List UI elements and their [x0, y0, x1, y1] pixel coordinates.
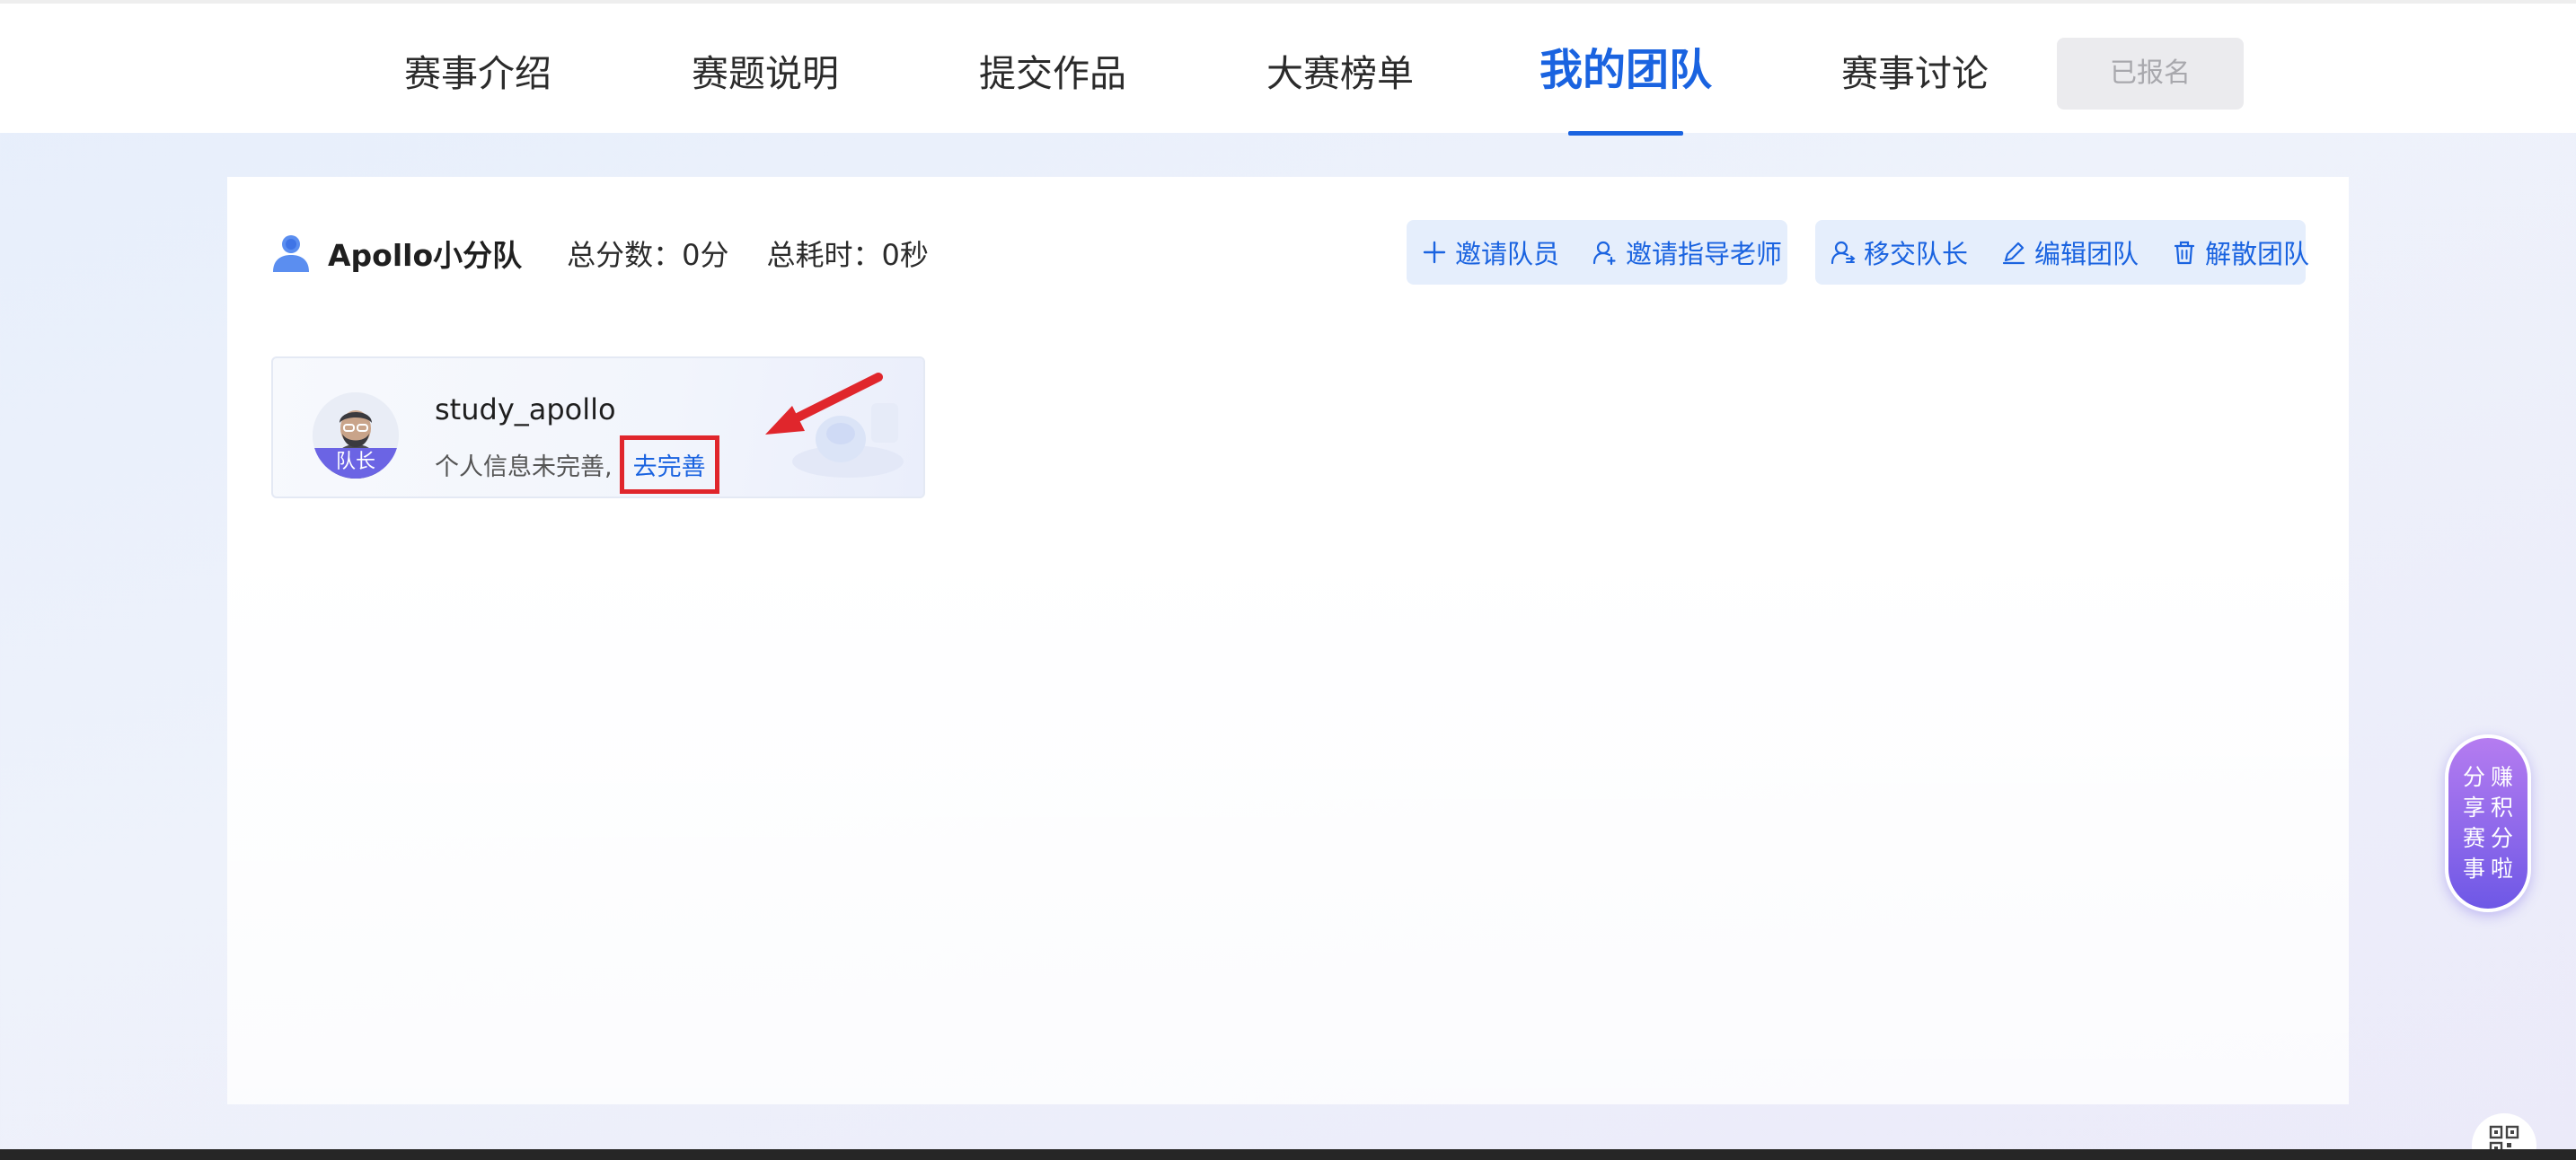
transfer-leader-label: 移交队长	[1864, 239, 1969, 269]
share-earn-points-widget[interactable]: 分 享 赛 事 赚 积 分 啦	[2445, 734, 2531, 912]
user-swap-icon	[1831, 241, 1856, 265]
avatar: 队长	[313, 392, 399, 479]
edit-icon	[2002, 242, 2025, 265]
edit-team-button[interactable]: 编辑团队	[2000, 233, 2139, 271]
invite-mentor-label: 邀请指导老师	[1626, 239, 1783, 269]
tab-problem-description[interactable]: 赛题说明	[692, 47, 839, 101]
widget-char: 赛	[2462, 825, 2485, 851]
total-time: 总耗时：0秒	[766, 238, 929, 272]
tab-leaderboard[interactable]: 大赛榜单	[1266, 47, 1414, 101]
incomplete-profile-text: 个人信息未完善,	[435, 453, 613, 481]
signed-up-button[interactable]: 已报名	[2057, 38, 2244, 110]
dissolve-team-label: 解散团队	[2205, 239, 2310, 269]
team-icon	[273, 235, 309, 272]
team-manage-action-group: 移交队长 编辑团队 解散团队	[1815, 220, 2309, 285]
member-info: 个人信息未完善, 去完善	[435, 435, 719, 494]
leader-badge: 队长	[313, 448, 399, 479]
tab-event-intro[interactable]: 赛事介绍	[404, 47, 551, 101]
edit-team-label: 编辑团队	[2034, 239, 2139, 269]
invite-member-label: 邀请队员	[1455, 239, 1560, 269]
active-tab-indicator	[1568, 131, 1683, 136]
team-header: Apollo小分队 总分数：0分 总耗时：0秒	[270, 231, 966, 276]
widget-text-left: 分 享 赛 事	[2463, 762, 2485, 884]
widget-char: 赚	[2491, 764, 2514, 790]
bottom-bar	[0, 1149, 2576, 1160]
widget-char: 积	[2491, 795, 2514, 821]
tab-discussion[interactable]: 赛事讨论	[1841, 47, 1989, 101]
invite-mentor-button[interactable]: 邀请指导老师	[1592, 233, 1782, 271]
top-nav: 赛事介绍 赛题说明 提交作品 大赛榜单 我的团队 赛事讨论 已报名	[0, 0, 2576, 136]
team-name: Apollo小分队	[328, 238, 523, 273]
transfer-leader-button[interactable]: 移交队长	[1830, 233, 1968, 271]
complete-profile-link[interactable]: 去完善	[619, 435, 719, 494]
widget-char: 事	[2462, 856, 2485, 882]
tab-submit-work[interactable]: 提交作品	[979, 47, 1126, 101]
team-panel: Apollo小分队 总分数：0分 总耗时：0秒 邀请队员 邀请指导老师 移交队长…	[227, 177, 2349, 1104]
plus-icon	[1423, 241, 1446, 264]
member-name: study_apollo	[435, 392, 616, 426]
tab-my-team[interactable]: 我的团队	[1539, 43, 1712, 97]
widget-char: 啦	[2491, 856, 2514, 882]
trash-icon	[2174, 241, 2195, 265]
widget-char: 分	[2462, 764, 2485, 790]
user-add-icon	[1592, 241, 1616, 266]
dissolve-team-button[interactable]: 解散团队	[2171, 233, 2309, 271]
widget-char: 享	[2462, 795, 2485, 821]
widget-char: 分	[2491, 825, 2514, 851]
invite-member-button[interactable]: 邀请队员	[1421, 233, 1559, 271]
red-arrow-icon	[765, 373, 883, 435]
total-score: 总分数：0分	[567, 238, 729, 272]
widget-text-right: 赚 积 分 啦	[2491, 762, 2513, 884]
invite-action-group: 邀请队员 邀请指导老师	[1407, 220, 1787, 285]
